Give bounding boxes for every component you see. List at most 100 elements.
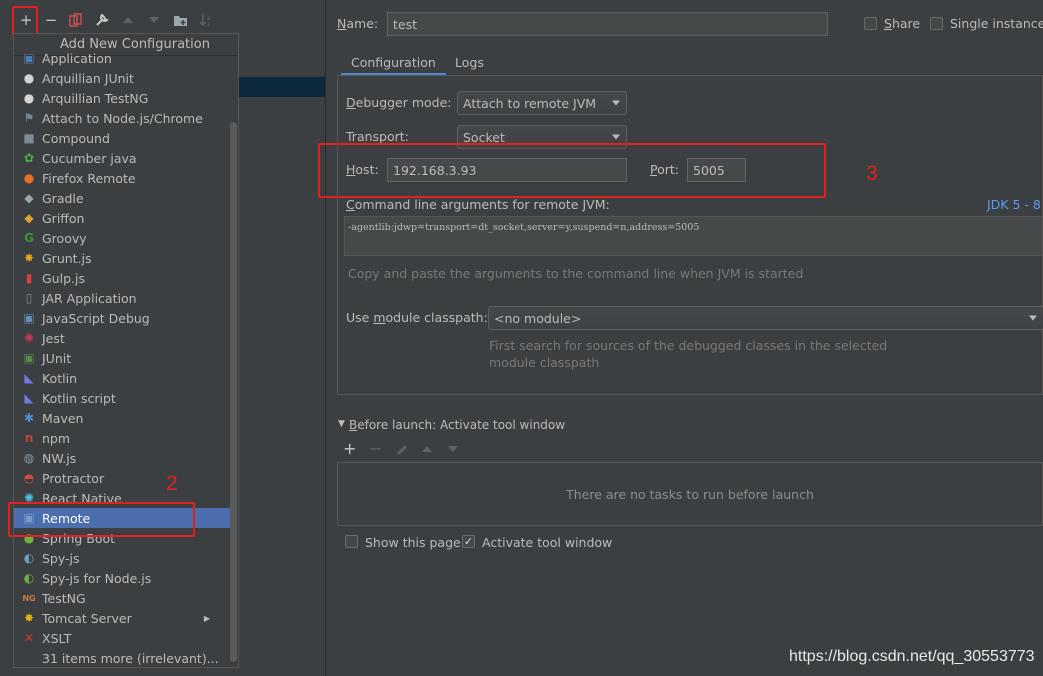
- edit-defaults-button[interactable]: [91, 8, 113, 32]
- before-launch-toggle[interactable]: ▼: [338, 419, 345, 429]
- config-type-label: Griffon: [42, 210, 85, 226]
- sort-button[interactable]: az: [195, 8, 217, 32]
- chevron-down-icon: [612, 100, 620, 106]
- remove-task-button[interactable]: −: [369, 439, 382, 458]
- config-type-item[interactable]: ▯ JAR Application: [14, 288, 232, 308]
- debugger-mode-label: Debugger mode:: [346, 95, 452, 110]
- move-task-down-icon[interactable]: [447, 445, 459, 453]
- module-hint-line-2: module classpath: [489, 355, 600, 370]
- copy-icon: [69, 13, 82, 27]
- config-type-item[interactable]: ▣ JavaScript Debug: [14, 308, 232, 328]
- selected-tree-row[interactable]: [238, 77, 325, 97]
- config-type-label: Groovy: [42, 230, 87, 246]
- before-launch-toolbar: + −: [343, 439, 473, 459]
- config-type-item[interactable]: ◆ Gradle: [14, 188, 232, 208]
- config-type-item[interactable]: ◣ Kotlin: [14, 368, 232, 388]
- show-page-checkbox[interactable]: [345, 535, 358, 548]
- config-type-item[interactable]: ⚑ Attach to Node.js/Chrome: [14, 108, 232, 128]
- add-task-button[interactable]: +: [343, 439, 356, 458]
- config-type-label: Spy-js for Node.js: [42, 570, 152, 586]
- groovy-icon: G: [24, 231, 34, 245]
- cmd-args-hint: Copy and paste the arguments to the comm…: [348, 266, 804, 281]
- config-type-item[interactable]: ✺ Jest: [14, 328, 232, 348]
- config-type-label: XSLT: [42, 630, 72, 646]
- config-type-item[interactable]: ▣ Application: [14, 48, 232, 68]
- kotlin-icon: ◣: [24, 371, 34, 385]
- config-type-label: NW.js: [42, 450, 77, 466]
- config-type-item[interactable]: ✿ Cucumber java: [14, 148, 232, 168]
- config-type-item[interactable]: ✱ Maven: [14, 408, 232, 428]
- config-type-item[interactable]: ◐ Spy-js: [14, 548, 232, 568]
- activate-tool-window-label: Activate tool window: [482, 535, 613, 550]
- module-hint-line-1: First search for sources of the debugged…: [489, 338, 888, 353]
- show-page-label: Show this page: [365, 535, 461, 550]
- edit-task-pencil-icon[interactable]: [395, 443, 409, 457]
- module-value: <no module>: [494, 310, 582, 326]
- config-type-item[interactable]: ◣ Kotlin script: [14, 388, 232, 408]
- move-task-up-icon[interactable]: [421, 445, 433, 453]
- config-type-item[interactable]: 31 items more (irrelevant)...: [14, 648, 232, 667]
- config-type-item[interactable]: ✸ Grunt.js: [14, 248, 232, 268]
- annotation-step-2: 2: [166, 472, 178, 495]
- before-launch-label: Before launch: Activate tool window: [349, 418, 566, 432]
- spyjs-node-icon: ◐: [23, 571, 35, 585]
- config-type-item[interactable]: ■ Compound: [14, 128, 232, 148]
- config-type-item[interactable]: ▣ JUnit: [14, 348, 232, 368]
- share-checkbox[interactable]: [864, 17, 877, 30]
- nodejs-attach-icon: ⚑: [23, 111, 35, 125]
- config-type-label: Cucumber java: [42, 150, 137, 166]
- config-type-item[interactable]: ◐ Spy-js for Node.js: [14, 568, 232, 588]
- griffon-icon: ◆: [24, 211, 34, 225]
- jdk-version-link[interactable]: JDK 5 - 8: [987, 197, 1041, 212]
- splitter[interactable]: [325, 0, 326, 676]
- chevron-down-icon: [1029, 315, 1037, 321]
- config-type-item[interactable]: G Groovy: [14, 228, 232, 248]
- config-type-item[interactable]: ● Arquillian TestNG: [14, 88, 232, 108]
- module-classpath-label: Use module classpath:: [346, 310, 488, 325]
- config-type-item[interactable]: ◍ NW.js: [14, 448, 232, 468]
- tab-configuration[interactable]: Configuration: [341, 50, 446, 76]
- cmd-args-value: -agentlib:jdwp=transport=dt_socket,serve…: [348, 222, 700, 233]
- cmd-args-label: Command line arguments for remote JVM:: [346, 197, 610, 212]
- copy-configuration-button[interactable]: [65, 8, 87, 32]
- tomcat-icon: ✸: [23, 611, 35, 625]
- config-type-item[interactable]: ✸ Tomcat Server ▶: [14, 608, 232, 628]
- run-debug-configurations-dialog: + − az Add New Configuration ▣ Applicati…: [0, 0, 1043, 676]
- config-type-label: TestNG: [42, 590, 86, 606]
- arrow-up-icon: [123, 17, 133, 23]
- cmd-args-textarea[interactable]: -agentlib:jdwp=transport=dt_socket,serve…: [344, 216, 1043, 256]
- debugger-mode-select[interactable]: Attach to remote JVM: [457, 91, 627, 115]
- config-type-item[interactable]: ● Firefox Remote: [14, 168, 232, 188]
- config-type-item[interactable]: ◓ Protractor: [14, 468, 232, 488]
- config-type-label: npm: [42, 430, 71, 446]
- config-type-label: Attach to Node.js/Chrome: [42, 110, 203, 126]
- config-type-label: Kotlin: [42, 370, 77, 386]
- move-up-button[interactable]: [117, 8, 139, 32]
- config-type-item[interactable]: ✕ XSLT: [14, 628, 232, 648]
- cucumber-icon: ✿: [23, 151, 35, 165]
- config-type-item[interactable]: NG TestNG: [14, 588, 232, 608]
- create-folder-button[interactable]: [169, 8, 191, 32]
- single-instance-checkbox[interactable]: [930, 17, 943, 30]
- config-type-item[interactable]: ▮ Gulp.js: [14, 268, 232, 288]
- config-type-label: Firefox Remote: [42, 170, 136, 186]
- move-down-button[interactable]: [143, 8, 165, 32]
- sort-icon: az: [199, 14, 211, 27]
- before-launch-task-list: There are no tasks to run before launch: [337, 462, 1043, 526]
- config-type-label: Protractor: [42, 470, 105, 486]
- activate-tool-window-checkbox[interactable]: ✓: [462, 535, 475, 548]
- popup-scrollbar[interactable]: [230, 122, 237, 662]
- name-value: test: [393, 16, 418, 32]
- name-field[interactable]: test: [387, 12, 828, 36]
- config-type-item[interactable]: ● Arquillian JUnit: [14, 68, 232, 88]
- config-type-item[interactable]: n npm: [14, 428, 232, 448]
- module-classpath-select[interactable]: <no module>: [488, 306, 1043, 330]
- watermark: https://blog.csdn.net/qq_30553773: [789, 648, 1035, 665]
- gulp-icon: ▮: [25, 271, 33, 285]
- config-type-label: Application: [42, 50, 112, 66]
- config-type-label: JAR Application: [42, 290, 137, 306]
- highlight-add-button: [12, 6, 38, 36]
- config-type-item[interactable]: ◆ Griffon: [14, 208, 232, 228]
- tab-logs[interactable]: Logs: [455, 50, 484, 76]
- remove-configuration-button[interactable]: −: [40, 8, 62, 32]
